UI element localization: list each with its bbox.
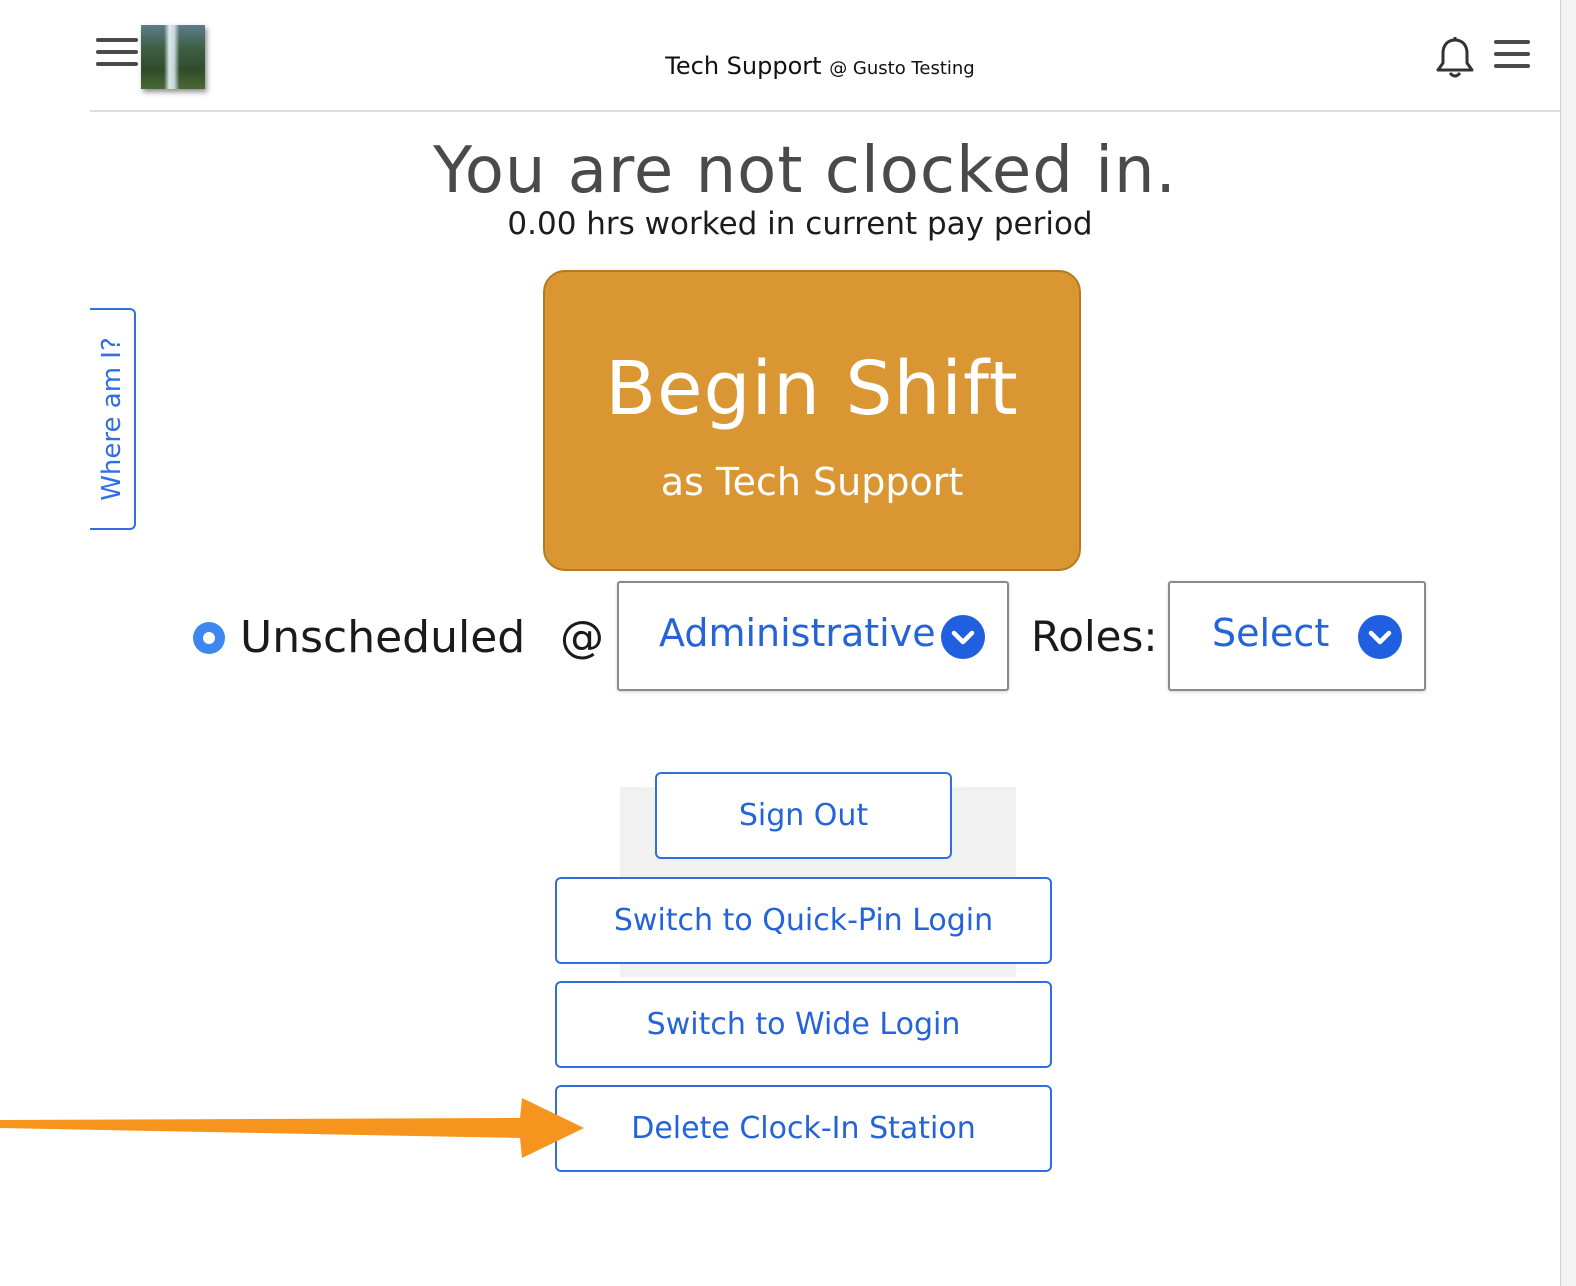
chevron-down-icon (941, 615, 985, 659)
sign-out-button[interactable]: Sign Out (655, 772, 952, 859)
roles-value: Select (1212, 611, 1330, 655)
unscheduled-label: Unscheduled (240, 612, 526, 663)
bell-icon[interactable] (1434, 36, 1476, 80)
header-divider (90, 110, 1560, 112)
unscheduled-radio[interactable] (193, 622, 225, 654)
begin-shift-label: Begin Shift (605, 346, 1019, 432)
main-menu-icon[interactable] (1494, 40, 1530, 76)
roles-label: Roles: (1031, 612, 1158, 661)
department-select[interactable]: Administrative (617, 581, 1009, 691)
begin-shift-button[interactable]: Begin Shift as Tech Support (543, 270, 1081, 571)
begin-shift-sublabel: as Tech Support (660, 460, 964, 504)
wide-login-button[interactable]: Switch to Wide Login (555, 981, 1052, 1068)
hours-worked-text: 0.00 hrs worked in current pay period (507, 206, 1093, 242)
header-role: Tech Support (665, 52, 822, 80)
roles-select[interactable]: Select (1168, 581, 1426, 691)
at-label: @ (560, 612, 604, 663)
header-title: Tech Support @ Gusto Testing (0, 52, 1576, 80)
annotation-arrow-icon (0, 1098, 584, 1158)
quick-pin-login-button[interactable]: Switch to Quick-Pin Login (555, 877, 1052, 964)
header-org: @ Gusto Testing (829, 58, 975, 79)
chevron-down-icon (1358, 615, 1402, 659)
department-value: Administrative (659, 611, 936, 655)
delete-clock-in-station-button[interactable]: Delete Clock-In Station (555, 1085, 1052, 1172)
clock-status-title: You are not clocked in. (433, 134, 1177, 208)
where-am-i-tab[interactable]: Where am I? (90, 308, 136, 530)
where-am-i-label: Where am I? (97, 337, 127, 501)
